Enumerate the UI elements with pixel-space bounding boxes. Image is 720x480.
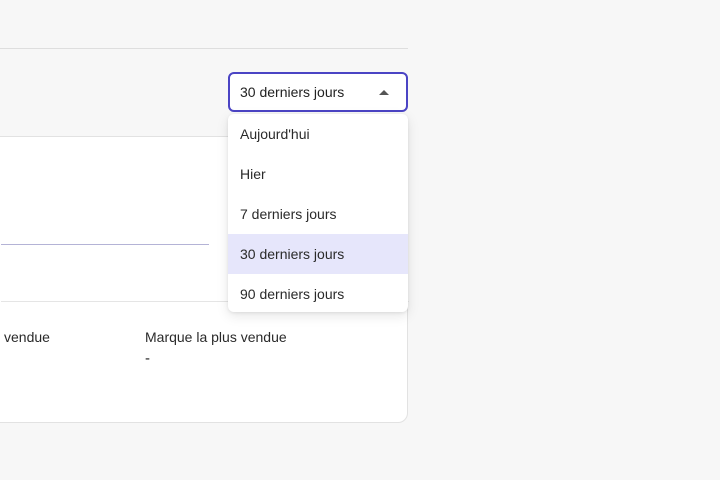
chart-baseline — [1, 244, 209, 245]
stat-value-top-brand: - — [145, 350, 150, 367]
caret-up-icon — [379, 90, 389, 95]
period-select-value: 30 derniers jours — [240, 84, 345, 100]
period-dropdown-menu: Aujourd'hui Hier 7 derniers jours 30 der… — [228, 114, 408, 312]
header-divider — [0, 48, 408, 49]
page: vendue Marque la plus vendue - 30 dernie… — [0, 0, 720, 480]
period-option-yesterday[interactable]: Hier — [228, 154, 408, 194]
period-option-30-days[interactable]: 30 derniers jours — [228, 234, 408, 274]
stat-label-top-brand: Marque la plus vendue — [145, 329, 287, 345]
period-option-90-days[interactable]: 90 derniers jours — [228, 274, 408, 312]
stat-label-top-product: vendue — [4, 329, 50, 345]
period-option-today[interactable]: Aujourd'hui — [228, 114, 408, 154]
period-option-7-days[interactable]: 7 derniers jours — [228, 194, 408, 234]
period-select[interactable]: 30 derniers jours — [228, 72, 408, 112]
